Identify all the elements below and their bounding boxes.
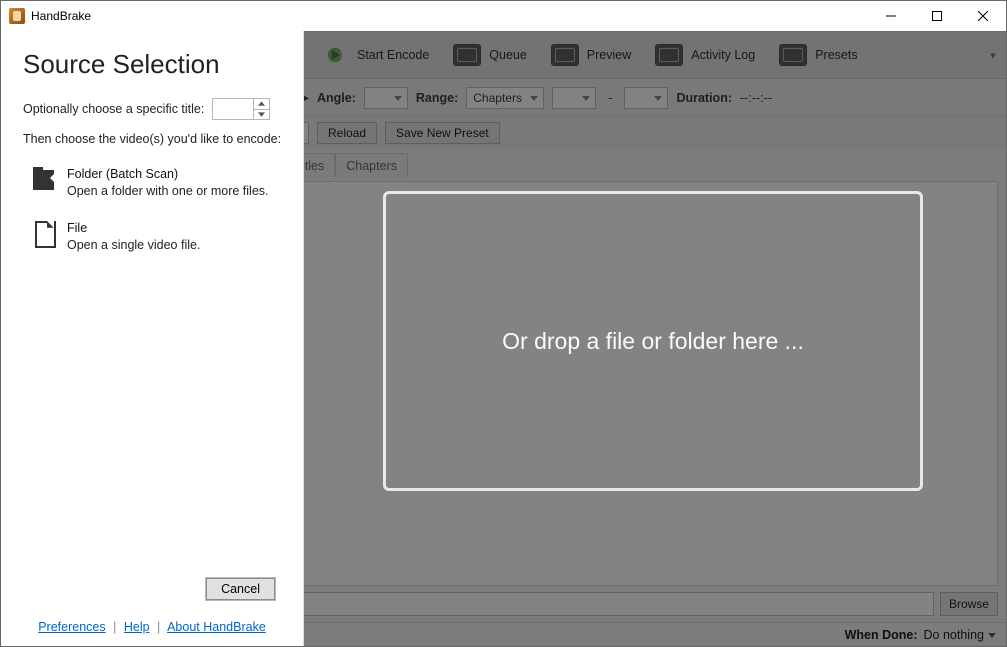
maximize-button[interactable] <box>914 1 960 31</box>
help-link[interactable]: Help <box>124 620 150 634</box>
spin-down-button[interactable] <box>254 110 269 120</box>
about-link[interactable]: About HandBrake <box>167 620 266 634</box>
window-title: HandBrake <box>31 9 91 23</box>
close-button[interactable] <box>960 1 1006 31</box>
folder-option-desc: Open a folder with one or more files. <box>67 183 269 200</box>
cancel-button[interactable]: Cancel <box>206 578 275 600</box>
panel-heading: Source Selection <box>23 49 283 80</box>
source-selection-panel: Source Selection Optionally choose a spe… <box>1 31 304 646</box>
specific-title-spinner[interactable] <box>212 98 270 120</box>
app-window: HandBrake Start Encode Queue Preview Act… <box>0 0 1007 647</box>
file-option-desc: Open a single video file. <box>67 237 200 254</box>
preferences-link[interactable]: Preferences <box>38 620 105 634</box>
folder-option-title: Folder (Batch Scan) <box>67 166 269 183</box>
modal-overlay <box>304 31 1006 646</box>
choose-label: Then choose the video(s) you'd like to e… <box>23 132 283 146</box>
client-area: Start Encode Queue Preview Activity Log … <box>1 31 1006 646</box>
specific-title-label: Optionally choose a specific title: <box>23 102 204 116</box>
link-sep-1: | <box>113 620 116 634</box>
specific-title-row: Optionally choose a specific title: <box>23 98 283 120</box>
source-option-folder[interactable]: Folder (Batch Scan) Open a folder with o… <box>23 160 283 214</box>
title-bar: HandBrake <box>1 1 1006 31</box>
file-option-title: File <box>67 220 200 237</box>
source-option-file[interactable]: File Open a single video file. <box>23 214 283 268</box>
app-icon <box>9 8 25 24</box>
minimize-button[interactable] <box>868 1 914 31</box>
specific-title-input[interactable] <box>213 99 253 119</box>
folder-icon <box>33 166 55 192</box>
spinner-arrows <box>253 99 269 119</box>
window-controls <box>868 1 1006 31</box>
link-sep-2: | <box>157 620 160 634</box>
spin-up-button[interactable] <box>254 99 269 110</box>
footer-links: Preferences | Help | About HandBrake <box>21 620 283 634</box>
file-icon <box>33 220 55 246</box>
